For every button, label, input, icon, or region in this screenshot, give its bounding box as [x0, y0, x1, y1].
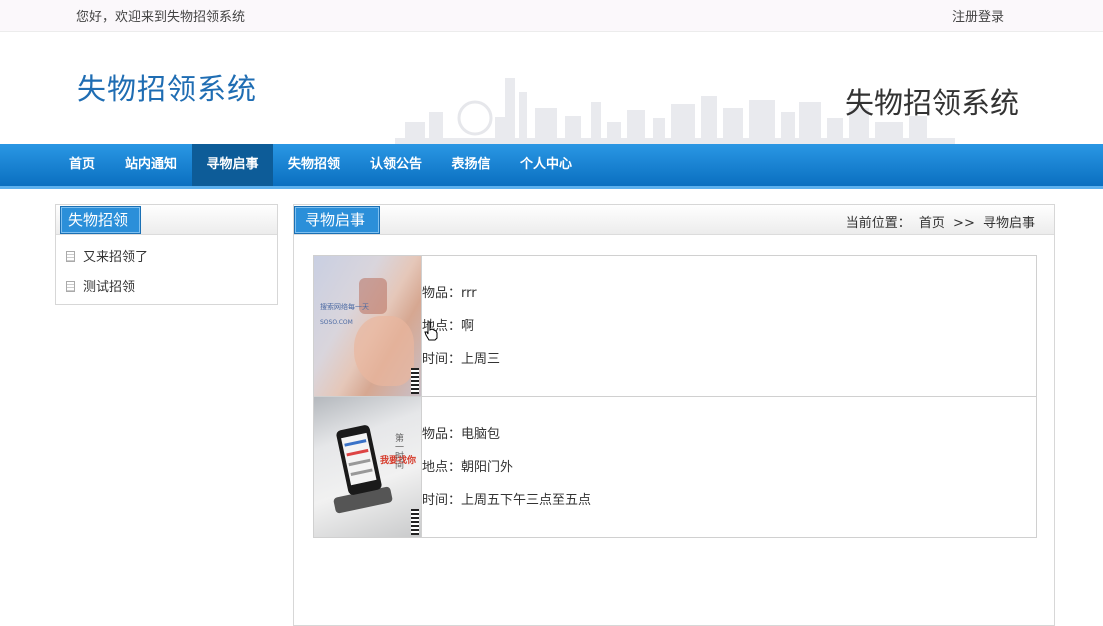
nav-home[interactable]: 首页 [54, 144, 110, 186]
header-title: 失物招领系统 [845, 86, 1020, 120]
main-panel: 寻物启事 当前位置： 首页 >> 寻物启事 搜索网络每一天 SOSO.COM 物… [293, 204, 1055, 626]
breadcrumb-separator: >> [953, 216, 975, 231]
breadcrumb: 当前位置： 首页 >> 寻物启事 [842, 212, 1035, 231]
site-header: 失物招领系统 失物招领系统 [0, 32, 1103, 144]
nav-notices[interactable]: 站内通知 [110, 144, 192, 186]
item-info[interactable]: 物品：电脑包 地点：朝阳门外 时间：上周五下午三点至五点 [421, 396, 1037, 538]
phone-screen [341, 432, 377, 486]
qr-code-icon [411, 509, 419, 535]
sidebar-item[interactable]: 又来招领了 [56, 243, 277, 273]
register-login-link[interactable]: 注册登录 [952, 6, 1004, 25]
sidebar-panel: 失物招领 又来招领了 测试招领 [55, 204, 278, 305]
item-location: 地点：朝阳门外 [422, 459, 514, 475]
smartphone-photo: 我要找你 第一时间 [314, 397, 421, 537]
lost-items-table: 搜索网络每一天 SOSO.COM 物品：rrr 地点：啊 时间：上周三 我要找你… [313, 255, 1037, 538]
breadcrumb-home[interactable]: 首页 [919, 216, 945, 231]
screen-bar [348, 458, 371, 467]
welcome-text: 您好，欢迎来到失物招领系统 [76, 10, 246, 25]
hand-shape [354, 316, 414, 386]
nav-lost-and-found[interactable]: 失物招领 [273, 144, 355, 186]
hand-phone-photo: 搜索网络每一天 SOSO.COM [314, 256, 421, 396]
sidebar-item[interactable]: 测试招领 [56, 273, 277, 303]
item-thumbnail[interactable]: 我要找你 第一时间 [313, 396, 422, 538]
sidebar-item-label: 测试招领 [83, 280, 136, 295]
phone-shape [335, 424, 383, 496]
screen-bar [346, 448, 369, 457]
sidebar-title: 失物招领 [60, 206, 142, 234]
screen-bar [344, 439, 367, 447]
breadcrumb-label: 当前位置： [845, 216, 911, 231]
nav-user-center[interactable]: 个人中心 [505, 144, 587, 186]
table-row: 我要找你 第一时间 物品：电脑包 地点：朝阳门外 时间：上周五下午三点至五点 [313, 396, 1037, 538]
site-logo-text[interactable]: 失物招领系统 [77, 66, 257, 108]
nav-praise-letter[interactable]: 表扬信 [437, 144, 505, 186]
document-icon [66, 251, 75, 262]
sidebar-list: 又来招领了 测试招领 [56, 235, 277, 303]
hand-cursor-icon [424, 321, 438, 341]
document-icon [66, 281, 75, 292]
top-bar: 您好，欢迎来到失物招领系统 注册登录 [0, 0, 1103, 32]
qr-code-icon [411, 368, 419, 394]
item-info[interactable]: 物品：rrr 地点：啊 时间：上周三 [421, 255, 1037, 397]
nav-lost-notice[interactable]: 寻物启事 [192, 144, 273, 186]
item-time: 时间：上周三 [422, 351, 501, 367]
image-caption: 第一时间 [393, 433, 403, 469]
table-row: 搜索网络每一天 SOSO.COM 物品：rrr 地点：啊 时间：上周三 [313, 255, 1037, 397]
item-thumbnail[interactable]: 搜索网络每一天 SOSO.COM [313, 255, 422, 397]
item-time: 时间：上周五下午三点至五点 [422, 492, 592, 508]
sidebar-header: 失物招领 [56, 205, 277, 235]
item-name: 物品：电脑包 [422, 426, 501, 442]
image-caption: 搜索网络每一天 [320, 303, 369, 311]
nav-claim-announcement[interactable]: 认领公告 [355, 144, 437, 186]
item-location: 地点：啊 [422, 318, 475, 334]
breadcrumb-current: 寻物启事 [982, 216, 1035, 231]
main-header: 寻物启事 当前位置： 首页 >> 寻物启事 [294, 205, 1054, 235]
main-title: 寻物启事 [294, 206, 381, 234]
screen-bar [350, 468, 373, 476]
item-name: 物品：rrr [422, 285, 477, 301]
image-caption: SOSO.COM [320, 319, 353, 326]
main-nav: 首页 站内通知 寻物启事 失物招领 认领公告 表扬信 个人中心 [0, 144, 1103, 189]
sidebar-item-label: 又来招领了 [83, 250, 149, 265]
